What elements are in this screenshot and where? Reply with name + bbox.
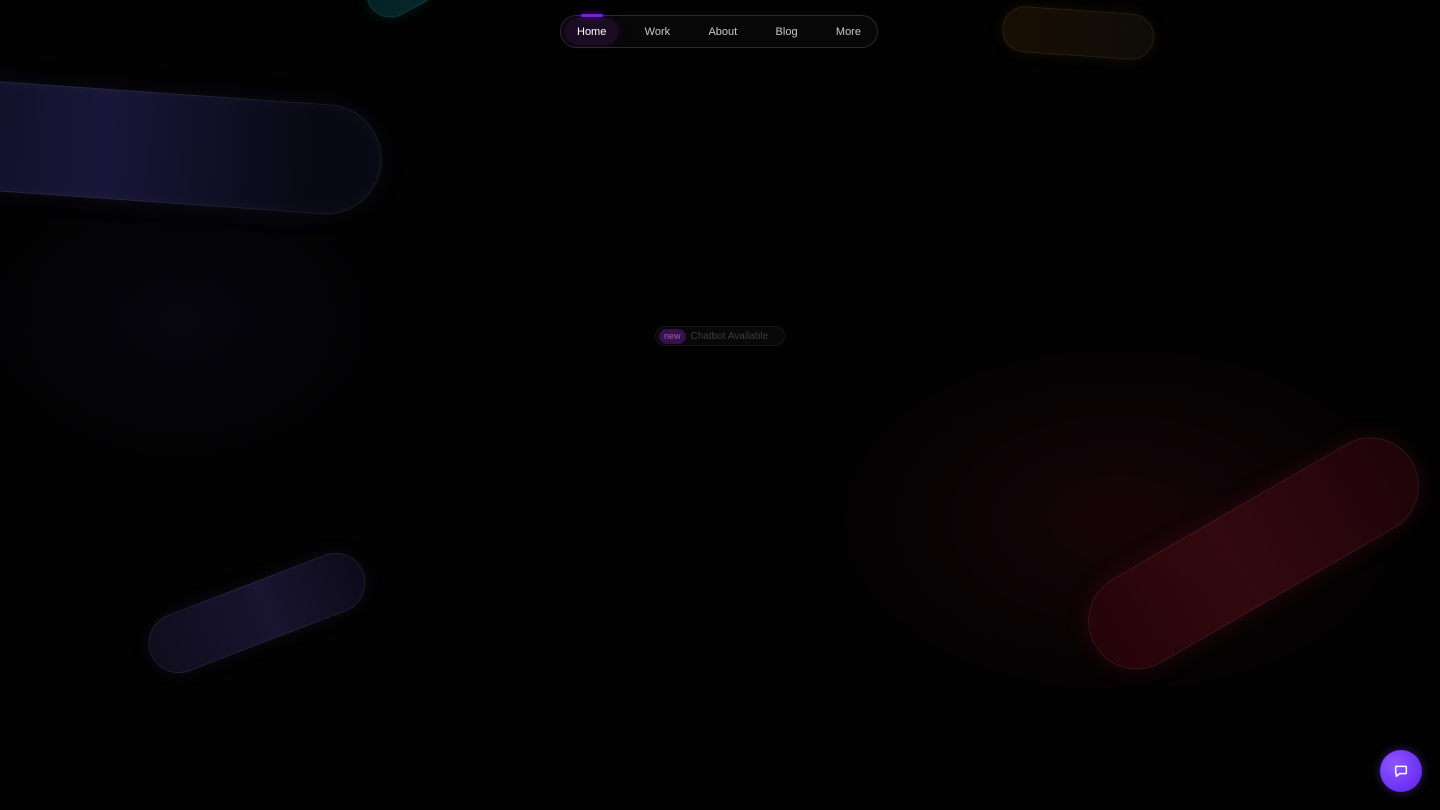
announcement-text: Chatbot Available <box>690 330 769 342</box>
nav-item-label: Blog <box>775 25 798 38</box>
decorative-red-pill <box>1070 419 1437 688</box>
announcement-pill[interactable]: new Chatbot Available <box>655 326 785 346</box>
chat-launcher-button[interactable] <box>1380 750 1422 792</box>
decorative-teal-pill <box>357 0 445 27</box>
nav-item-label: More <box>835 25 861 38</box>
nav-item-work[interactable]: Work <box>633 18 682 45</box>
decorative-orange-pill <box>1000 4 1156 62</box>
nav-item-more[interactable]: More <box>824 18 873 45</box>
new-badge: new <box>659 328 686 344</box>
nav-item-about[interactable]: About <box>696 18 749 45</box>
nav-item-blog[interactable]: Blog <box>764 18 810 45</box>
nav-item-label: Work <box>644 25 671 38</box>
decorative-blue-pill <box>0 76 386 218</box>
chat-bubble-icon <box>1394 765 1408 778</box>
nav-item-label: About <box>708 25 738 38</box>
active-nav-indicator <box>580 14 603 17</box>
decorative-purple-pill <box>139 544 375 682</box>
hero-stage: Home Work About Blog More new Chatbot Av… <box>0 0 1440 810</box>
nav-item-home[interactable]: Home <box>565 14 619 45</box>
nav-item-label: Home <box>577 25 607 38</box>
top-navigation: Home Work About Blog More <box>560 14 878 48</box>
